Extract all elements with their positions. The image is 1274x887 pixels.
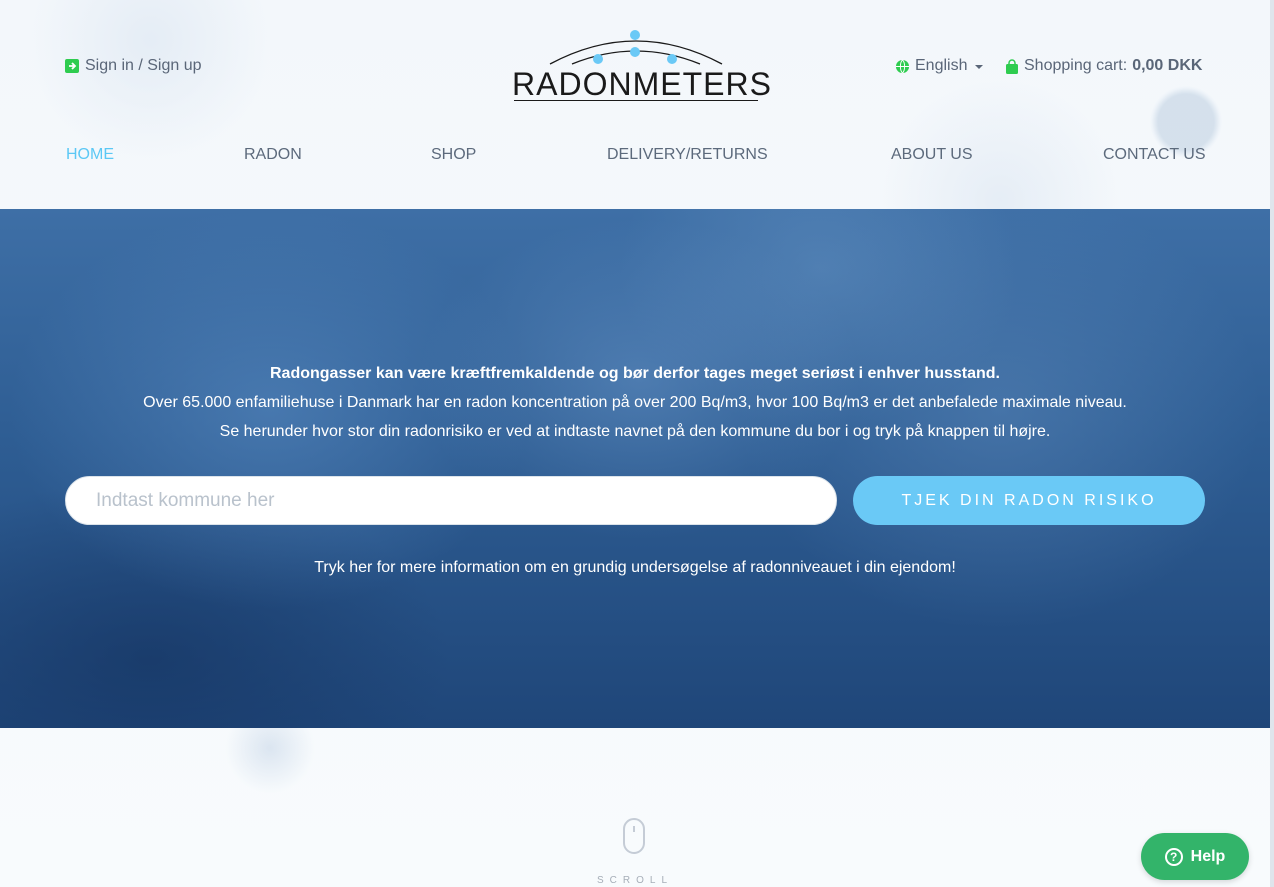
signin-icon xyxy=(65,59,79,73)
hero-text-line2: Over 65.000 enfamiliehuse i Danmark har … xyxy=(143,394,1127,411)
help-button[interactable]: ? Help xyxy=(1141,833,1249,880)
nav-item-radon[interactable]: RADON xyxy=(244,146,302,164)
municipality-search-input[interactable] xyxy=(65,476,837,525)
logo[interactable]: RADONMETERS xyxy=(512,28,772,108)
question-icon: ? xyxy=(1164,847,1183,866)
logo-text: RADONMETERS xyxy=(512,66,772,102)
nav-item-delivery-returns[interactable]: DELIVERY/RETURNS xyxy=(607,146,768,164)
nav-item-home[interactable]: HOME xyxy=(66,146,114,164)
check-radon-risk-button[interactable]: TJEK DIN RADON RISIKO xyxy=(853,476,1205,525)
globe-icon xyxy=(895,59,910,73)
shopping-bag-icon xyxy=(1006,58,1018,74)
mouse-wheel-icon xyxy=(633,826,635,832)
scroll-mouse-icon[interactable] xyxy=(623,818,645,854)
signin-label: Sign in / Sign up xyxy=(85,57,202,74)
shopping-cart[interactable]: Shopping cart: 0,00 DKK xyxy=(1005,57,1202,75)
main-nav: HOME RADON SHOP DELIVERY/RETURNS ABOUT U… xyxy=(0,146,1274,166)
nav-item-contact-us[interactable]: CONTACT US xyxy=(1103,146,1206,164)
scroll-label: SCROLL xyxy=(596,875,673,886)
hero-banner: Radongasser kan være kræftfremkaldende o… xyxy=(0,209,1270,728)
cart-amount: 0,00 DKK xyxy=(1132,57,1203,74)
chevron-down-icon xyxy=(975,65,984,69)
logo-underline xyxy=(514,100,758,102)
nav-item-shop[interactable]: SHOP xyxy=(431,146,476,164)
hero-headline: Radongasser kan være kræftfremkaldende o… xyxy=(270,365,1000,382)
cart-label: Shopping cart: xyxy=(1024,57,1128,74)
help-label: Help xyxy=(1190,847,1226,865)
nav-item-about-us[interactable]: ABOUT US xyxy=(891,146,973,164)
signin-link[interactable]: Sign in / Sign up xyxy=(65,57,202,75)
logo-arc-icon xyxy=(549,30,723,65)
scrollbar-track[interactable] xyxy=(1270,0,1274,887)
language-selector[interactable]: English xyxy=(895,57,984,75)
hero-text-line3: Se herunder hvor stor din radonrisiko er… xyxy=(219,423,1051,440)
language-label: English xyxy=(915,57,968,74)
more-info-link[interactable]: Tryk her for mere information om en grun… xyxy=(0,559,1270,577)
